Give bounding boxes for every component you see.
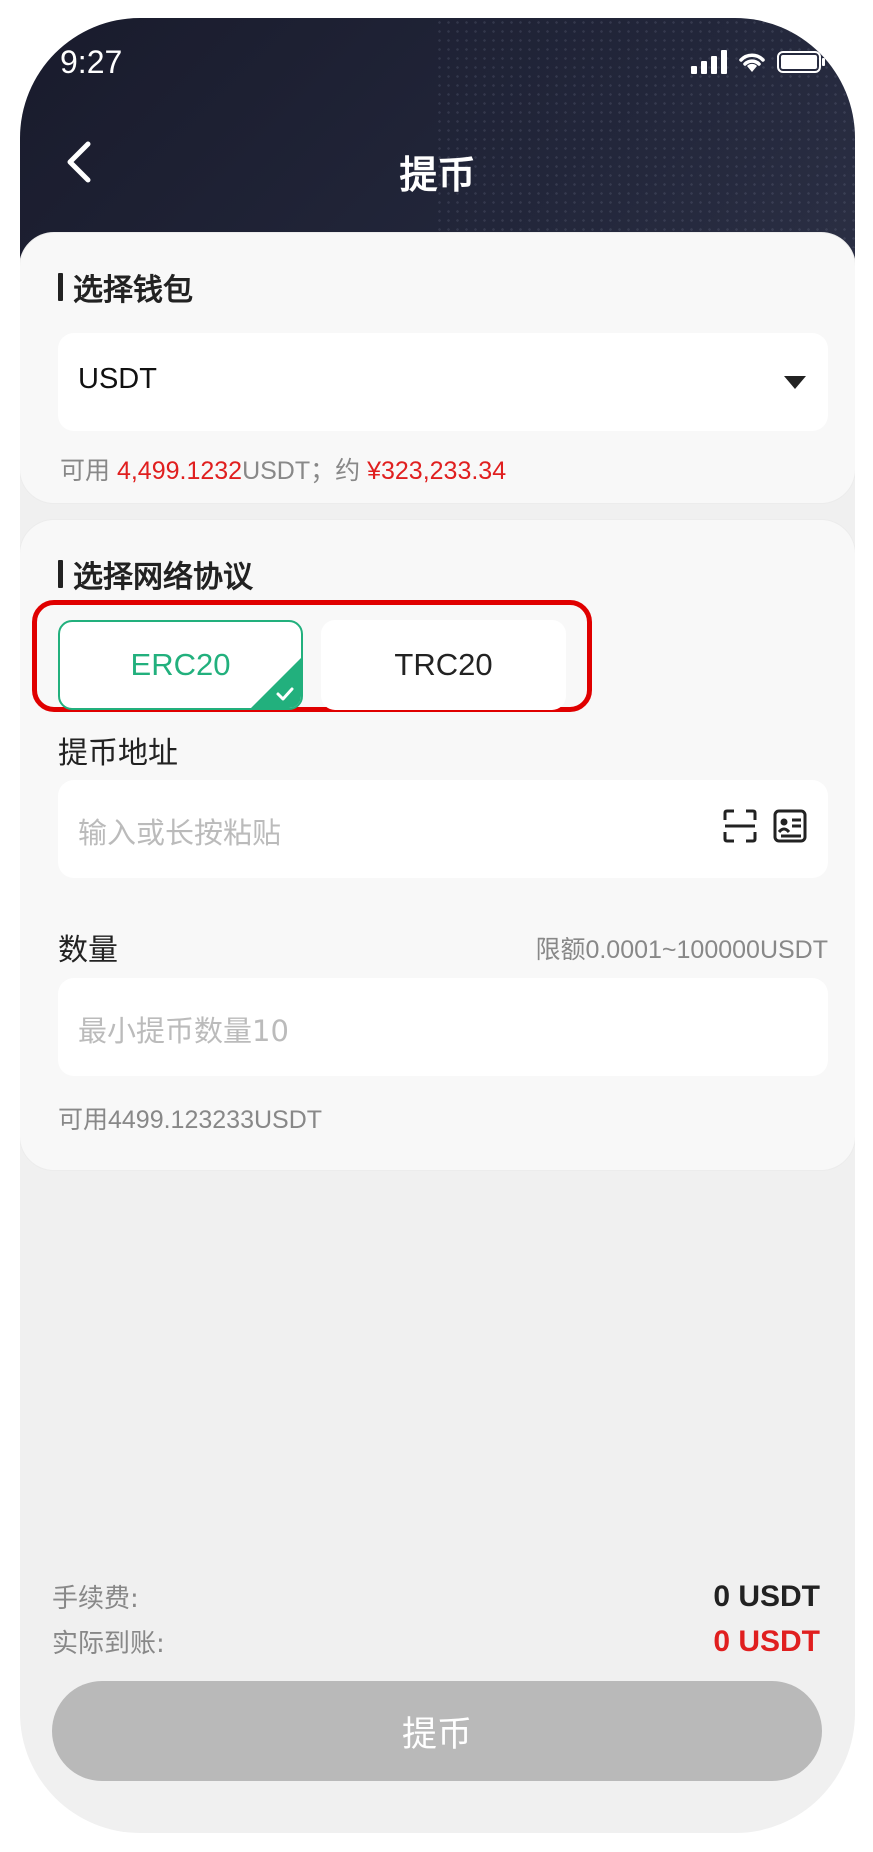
available-amount: 4,499.1232	[116, 457, 243, 485]
address-input[interactable]: 输入或长按粘贴	[58, 780, 828, 878]
wallet-select[interactable]: USDT	[58, 333, 828, 431]
received-row: 实际到账: 0 USDT	[52, 1623, 820, 1660]
phone-frame: 9:27 提币 选择钱包 USDT 可用 4,499.1232USDT；约 ¥3…	[20, 18, 855, 1833]
amount-available: 可用4499.123233USDT	[58, 1106, 323, 1134]
network-card: 选择网络协议 ERC20 TRC20 提币地址 输入或长按粘贴 数量 限额0.0…	[20, 520, 855, 1170]
address-label: 提币地址	[58, 736, 178, 771]
amount-placeholder: 最小提币数量10	[78, 1014, 289, 1048]
caret-down-icon	[784, 376, 806, 389]
status-time: 9:27	[60, 44, 123, 80]
page-title: 提币	[399, 153, 476, 197]
address-placeholder: 输入或长按粘贴	[78, 816, 282, 850]
available-prefix: 可用	[60, 457, 117, 485]
protocol-option-trc20[interactable]: TRC20	[321, 620, 566, 710]
scan-icon[interactable]	[722, 808, 758, 844]
wallet-select-value: USDT	[78, 363, 157, 395]
wallet-card: 选择钱包 USDT 可用 4,499.1232USDT；约 ¥323,233.3…	[20, 233, 855, 503]
fee-row: 手续费: 0 USDT	[52, 1578, 820, 1615]
available-cny: ¥323,233.34	[367, 457, 507, 485]
check-icon	[276, 687, 294, 701]
available-mid: USDT；约	[242, 457, 368, 485]
submit-button[interactable]: 提币	[52, 1681, 822, 1781]
fee-value: 0 USDT	[713, 1579, 820, 1613]
wifi-icon	[739, 53, 765, 72]
wallet-available: 可用 4,499.1232USDT；约 ¥323,233.34	[60, 451, 506, 487]
status-icons	[691, 50, 825, 74]
network-section-title: 选择网络协议	[58, 552, 253, 596]
protocol-label: ERC20	[130, 647, 231, 682]
protocol-label: TRC20	[394, 647, 493, 682]
received-label: 实际到账:	[52, 1629, 165, 1659]
address-book-icon[interactable]	[772, 808, 808, 844]
battery-icon	[777, 51, 825, 73]
amount-input[interactable]: 最小提币数量10	[58, 978, 828, 1076]
wallet-section-title: 选择钱包	[58, 265, 193, 309]
fee-label: 手续费:	[52, 1584, 139, 1614]
amount-label: 数量	[58, 933, 118, 968]
amount-limit: 限额0.0001~100000USDT	[535, 936, 828, 964]
protocol-option-erc20[interactable]: ERC20	[58, 620, 303, 710]
received-value: 0 USDT	[713, 1624, 820, 1658]
signal-icon	[691, 50, 727, 74]
